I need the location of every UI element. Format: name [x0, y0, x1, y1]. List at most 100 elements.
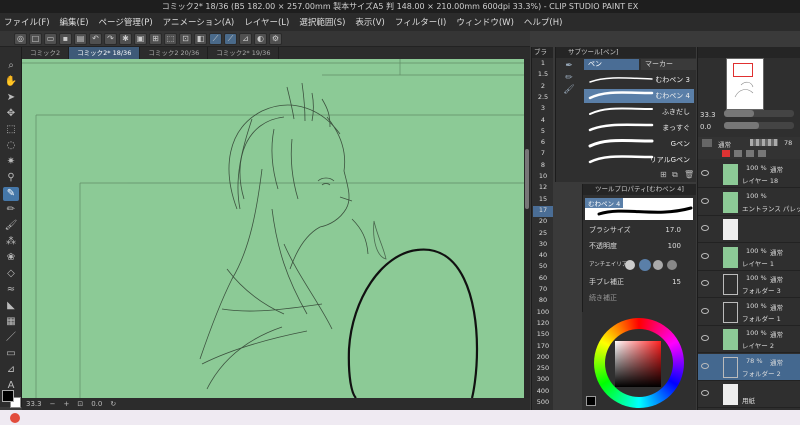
reference-layer-icon[interactable] — [758, 150, 766, 157]
tab-document-4[interactable]: コミック2* 19/36 — [208, 47, 280, 59]
layer-row[interactable]: 100 % 通常 フォルダー 3 — [698, 271, 800, 298]
delete-sub-tool-icon[interactable]: 🗑 — [684, 170, 694, 179]
gradient-tool-icon[interactable]: ▦ — [3, 315, 19, 329]
tab-document-2[interactable]: コミック2* 18/36 — [69, 47, 141, 59]
visibility-eye-icon[interactable] — [701, 197, 709, 204]
brush-size-option[interactable]: 25 — [533, 229, 553, 240]
snap-grid-icon[interactable]: ⊿ — [239, 32, 252, 45]
brush-size-option[interactable]: 5 — [533, 127, 553, 138]
stabilization-value[interactable]: 15 — [672, 276, 681, 289]
layer-row[interactable]: 100 % 通常 レイヤー 1 — [698, 244, 800, 271]
navigator-angle-slider[interactable] — [724, 122, 794, 129]
rotate-icon[interactable]: ↻ — [110, 398, 116, 410]
zoom-out-icon[interactable]: − — [50, 398, 56, 410]
layer-row[interactable] — [698, 216, 800, 243]
menu-filter[interactable]: フィルター(I) — [395, 16, 446, 28]
ruler-tool-icon[interactable]: ⊿ — [3, 363, 19, 377]
invert-selection-icon[interactable]: ◧ — [194, 32, 207, 45]
layer-row[interactable]: 100 % 通常 レイヤー 18 — [698, 161, 800, 188]
menu-animation[interactable]: アニメーション(A) — [163, 16, 235, 28]
brush-size-option[interactable]: 20 — [533, 217, 553, 228]
prop-antialias[interactable]: アンチエイリアス — [589, 258, 693, 271]
lasso-tool-icon[interactable]: ◌ — [3, 139, 19, 153]
tab-document-3[interactable]: コミック2 20/36 — [140, 47, 209, 59]
brush-size-option[interactable]: 12 — [533, 183, 553, 194]
wheel-main-color[interactable] — [586, 396, 596, 406]
sub-tool-group-marker[interactable]: マーカー — [641, 59, 696, 70]
layer-row[interactable]: 用紙 — [698, 381, 800, 408]
frame-border-icon[interactable]: ▭ — [3, 347, 19, 361]
layer-row[interactable]: 100 % エントランス パレット — [698, 189, 800, 216]
brush-size-option[interactable]: 40 — [533, 251, 553, 262]
visibility-eye-icon[interactable] — [701, 280, 709, 286]
brush-group-icon[interactable]: 🖌 — [558, 85, 580, 97]
aa-none-icon[interactable] — [625, 260, 635, 270]
navigator-angle[interactable]: 0.0 — [700, 123, 711, 131]
airbrush-tool-icon[interactable]: ⁂ — [3, 235, 19, 249]
prop-stabilization[interactable]: 手ブレ補正 15 — [589, 276, 693, 289]
lock-layer-icon[interactable] — [734, 150, 742, 157]
prop-opacity[interactable]: 不透明度 100 — [589, 240, 693, 253]
prop-brush-size[interactable]: ブラシサイズ 17.0 — [589, 224, 693, 237]
tab-document-1[interactable]: コミック2 — [22, 47, 70, 59]
brush-size-option[interactable]: 7 — [533, 149, 553, 160]
auto-select-icon[interactable]: ✷ — [3, 155, 19, 169]
menu-edit[interactable]: 編集(E) — [60, 16, 89, 28]
menu-page[interactable]: ページ管理(P) — [99, 16, 153, 28]
brush-size-option[interactable]: 170 — [533, 342, 553, 353]
save-icon[interactable]: ▪ — [59, 32, 72, 45]
add-sub-tool-icon[interactable]: ⊞ — [660, 170, 667, 179]
brush-size-option[interactable]: 500 — [533, 398, 553, 409]
navigator-thumbnail[interactable] — [726, 58, 764, 110]
menu-help[interactable]: ヘルプ(H) — [524, 16, 563, 28]
aa-strong-icon[interactable] — [667, 260, 677, 270]
figure-tool-icon[interactable]: ／ — [3, 331, 19, 345]
saturation-value-square[interactable] — [615, 341, 661, 387]
new-layer-icon[interactable] — [702, 139, 712, 147]
brush-size-option[interactable]: 250 — [533, 364, 553, 375]
brush-size-option[interactable]: 300 — [533, 375, 553, 386]
transform-icon[interactable]: ⊞ — [149, 32, 162, 45]
brush-size-option[interactable]: 120 — [533, 319, 553, 330]
hand-tool-icon[interactable]: ✋ — [3, 75, 19, 89]
delete-icon[interactable]: ✱ — [119, 32, 132, 45]
aa-mid-icon[interactable] — [653, 260, 663, 270]
brush-size-option[interactable]: 1.5 — [533, 70, 553, 81]
pencil-tool-icon[interactable]: ✏ — [3, 203, 19, 217]
zoom-in-icon[interactable]: + — [63, 398, 69, 410]
brush-size-option[interactable]: 2.5 — [533, 93, 553, 104]
redo-icon[interactable]: ↷ — [104, 32, 117, 45]
brush-size-option[interactable]: 80 — [533, 296, 553, 307]
visibility-eye-icon[interactable] — [701, 225, 709, 231]
menu-view[interactable]: 表示(V) — [355, 16, 384, 28]
brush-size-option[interactable]: 17 — [533, 205, 553, 217]
fill-icon[interactable]: ▣ — [134, 32, 147, 45]
opacity-value[interactable]: 100 — [668, 240, 681, 253]
brush-size-option[interactable]: 8 — [533, 161, 553, 172]
brush-size-option[interactable]: 150 — [533, 330, 553, 341]
brush-size-option[interactable]: 400 — [533, 387, 553, 398]
selection-tool-icon[interactable]: ⬚ — [3, 123, 19, 137]
brush-size-option[interactable]: 30 — [533, 240, 553, 251]
drawing-canvas[interactable] — [22, 59, 530, 398]
layer-color-icon[interactable] — [722, 150, 730, 157]
layer-opacity-value[interactable]: 78 — [784, 139, 792, 147]
brush-size-option[interactable]: 15 — [533, 195, 553, 206]
menu-window[interactable]: ウィンドウ(W) — [456, 16, 514, 28]
brush-tool-icon[interactable]: 🖌 — [3, 219, 19, 233]
visibility-eye-icon[interactable] — [701, 335, 709, 341]
brush-size-option[interactable]: 6 — [533, 138, 553, 149]
angle-value[interactable]: 0.0 — [91, 398, 102, 410]
fill-tool-icon[interactable]: ◣ — [3, 299, 19, 313]
pen-group-icon[interactable]: ✒ — [558, 61, 580, 73]
visibility-eye-icon[interactable] — [701, 170, 709, 176]
brush-size-option[interactable]: 10 — [533, 172, 553, 183]
brush-size-option[interactable]: 200 — [533, 353, 553, 364]
open-file-icon[interactable]: ▭ — [44, 32, 57, 45]
snap-ruler-icon[interactable]: ⟋ — [209, 32, 222, 45]
brush-size-option[interactable]: 3 — [533, 104, 553, 115]
visibility-eye-icon[interactable] — [701, 307, 709, 314]
visibility-eye-icon[interactable] — [701, 390, 709, 396]
brush-size-option[interactable]: 2 — [533, 82, 553, 93]
visibility-eye-icon[interactable] — [701, 362, 709, 369]
